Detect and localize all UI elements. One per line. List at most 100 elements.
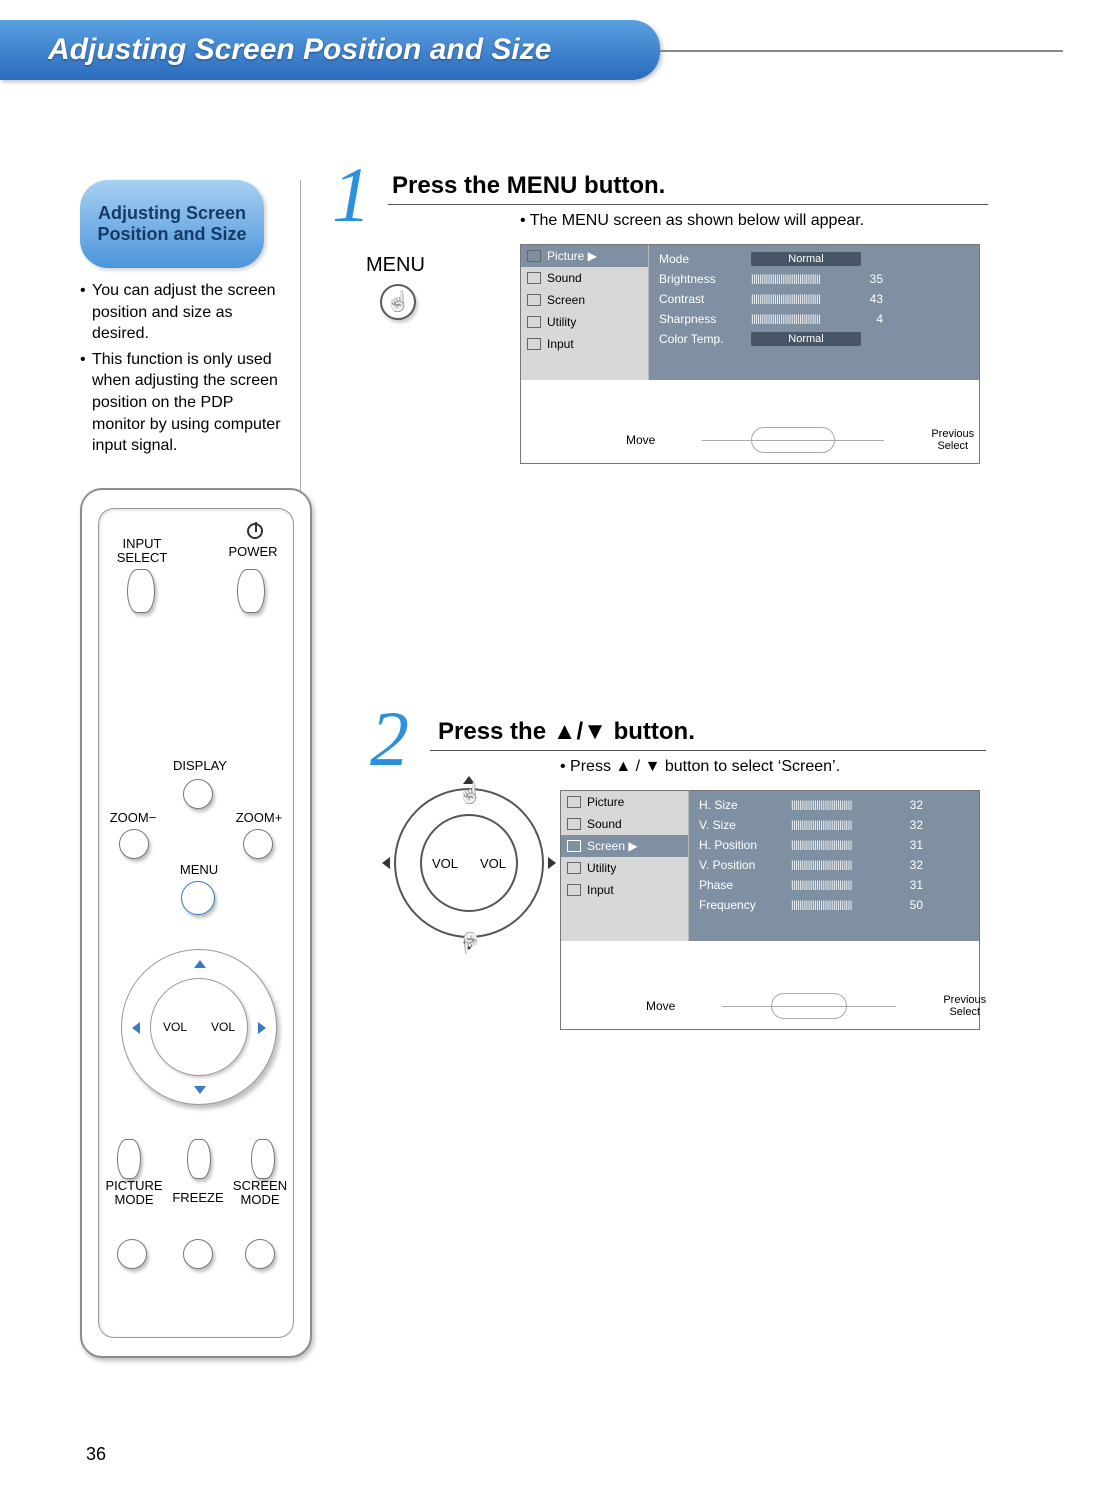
intro-text: •You can adjust the screen position and … <box>80 280 290 457</box>
power-button[interactable] <box>237 569 265 613</box>
osd1-item-input: Input <box>521 333 648 355</box>
input-select-label: INPUT SELECT <box>107 537 177 564</box>
osd2-row-freq: Frequency|||||||||||||||||||||||||||||50 <box>689 895 979 915</box>
left-arrow-icon <box>132 1022 140 1034</box>
demo-right-icon <box>548 857 556 869</box>
osd2-row-hpos: H. Position|||||||||||||||||||||||||||||… <box>689 835 979 855</box>
step2-heading: Press the ▲/▼ button. <box>438 718 695 746</box>
osd1-item-sound: Sound <box>521 267 648 289</box>
demo-vol-right: VOL <box>480 856 506 871</box>
osd2-prev-sel: PreviousSelect <box>943 994 986 1018</box>
osd2-move-label: Move <box>646 999 675 1013</box>
hand-up-illustration: ☝ <box>452 776 488 812</box>
input-icon <box>567 884 581 896</box>
step1-heading: Press the MENU button. <box>392 172 665 200</box>
right-arrow-icon <box>258 1022 266 1034</box>
osd1-footer: Move PreviousSelect <box>626 427 974 453</box>
intro-bullet-2: This function is only used when adjustin… <box>92 349 290 457</box>
input-select-button[interactable] <box>127 569 155 613</box>
osd-step2: Picture Sound Screen ▶ Utility Input H. … <box>560 790 980 1030</box>
page-title: Adjusting Screen Position and Size <box>48 33 551 67</box>
menu-label: MENU <box>175 863 223 877</box>
osd1-right-panel: ModeNormal Brightness|||||||||||||||||||… <box>649 245 979 380</box>
intro-bullet-1: You can adjust the screen position and s… <box>92 280 290 345</box>
osd1-row-colortemp: Color Temp.Normal <box>649 329 979 349</box>
osd2-row-phase: Phase|||||||||||||||||||||||||||||31 <box>689 875 979 895</box>
osd2-footer: Move PreviousSelect <box>646 993 986 1019</box>
title-tab: Adjusting Screen Position and Size <box>0 20 660 80</box>
step2-note: • Press ▲ / ▼ button to select ‘Screen’. <box>560 758 840 776</box>
sound-icon <box>567 818 581 830</box>
bottom-button-1[interactable] <box>117 1239 147 1269</box>
display-button[interactable] <box>183 779 213 809</box>
freeze-label: FREEZE <box>169 1191 227 1205</box>
picture-icon <box>567 796 581 808</box>
osd-step1: Picture ▶ Sound Screen Utility Input Mod… <box>520 244 980 464</box>
osd1-row-brightness: Brightness||||||||||||||||||||||||||||||… <box>649 269 979 289</box>
up-arrow-icon <box>194 960 206 968</box>
page-number: 36 <box>86 1444 106 1465</box>
utility-icon <box>527 316 541 328</box>
menu-button[interactable] <box>181 881 215 915</box>
down-arrow-icon <box>194 1086 206 1094</box>
hand-icon: ☝ <box>458 784 483 804</box>
picture-mode-button[interactable] <box>117 1139 141 1179</box>
bottom-button-2[interactable] <box>183 1239 213 1269</box>
section-pill: Adjusting Screen Position and Size <box>80 180 264 268</box>
screen-icon <box>527 294 541 306</box>
osd1-item-screen: Screen <box>521 289 648 311</box>
zoom-plus-label: ZOOM+ <box>231 811 287 825</box>
osd1-joystick-icon <box>751 427 835 453</box>
screen-mode-label: SCREEN MODE <box>227 1179 293 1206</box>
step2-number: 2 <box>370 694 409 784</box>
osd2-joystick-icon <box>771 993 847 1019</box>
dpad[interactable]: VOL VOL <box>121 949 277 1105</box>
power-label: POWER <box>221 545 285 559</box>
bottom-button-3[interactable] <box>245 1239 275 1269</box>
osd1-row-contrast: Contrast||||||||||||||||||||||||||||||||… <box>649 289 979 309</box>
step1-note: • The MENU screen as shown below will ap… <box>520 212 864 230</box>
display-label: DISPLAY <box>165 759 235 773</box>
zoom-plus-button[interactable] <box>243 829 273 859</box>
demo-left-icon <box>382 857 390 869</box>
screen-icon <box>567 840 581 852</box>
menu-press-illustration: ☝ <box>380 284 416 320</box>
zoom-minus-button[interactable] <box>119 829 149 859</box>
hand-icon: ☝ <box>458 932 483 952</box>
osd2-item-sound: Sound <box>561 813 688 835</box>
osd1-item-utility: Utility <box>521 311 648 333</box>
freeze-button[interactable] <box>187 1139 211 1179</box>
demo-vol-left: VOL <box>432 856 458 871</box>
dpad-demo-inner: VOL VOL <box>420 814 518 912</box>
step2-rule <box>430 750 986 751</box>
osd2-row-vpos: V. Position|||||||||||||||||||||||||||||… <box>689 855 979 875</box>
dpad-vol-left: VOL <box>163 1020 187 1034</box>
dpad-center[interactable]: VOL VOL <box>150 978 248 1076</box>
osd1-row-mode: ModeNormal <box>649 249 979 269</box>
osd2-item-screen: Screen ▶ <box>561 835 688 857</box>
remote-inner: INPUT SELECT POWER DISPLAY ZOOM− ZOOM+ M… <box>98 508 294 1338</box>
sound-icon <box>527 272 541 284</box>
osd2-item-input: Input <box>561 879 688 901</box>
power-icon <box>247 523 263 539</box>
osd2-row-vsize: V. Size|||||||||||||||||||||||||||||32 <box>689 815 979 835</box>
remote-control: INPUT SELECT POWER DISPLAY ZOOM− ZOOM+ M… <box>80 488 312 1358</box>
title-bar: Adjusting Screen Position and Size <box>0 20 1063 84</box>
step1-number: 1 <box>332 150 371 240</box>
osd2-item-utility: Utility <box>561 857 688 879</box>
osd2-left-menu: Picture Sound Screen ▶ Utility Input <box>561 791 689 941</box>
picture-icon <box>527 250 541 262</box>
osd1-row-sharpness: Sharpness|||||||||||||||||||||||||||||||… <box>649 309 979 329</box>
section-pill-label: Adjusting Screen Position and Size <box>90 203 254 245</box>
osd2-row-hsize: H. Size|||||||||||||||||||||||||||||32 <box>689 795 979 815</box>
osd1-item-picture: Picture ▶ <box>521 245 648 267</box>
hand-icon: ☝ <box>386 292 411 312</box>
utility-icon <box>567 862 581 874</box>
menu-indicator-label: MENU <box>366 254 425 277</box>
osd1-move-label: Move <box>626 433 655 447</box>
picture-mode-label: PICTURE MODE <box>99 1179 169 1206</box>
hand-down-illustration: ☝ <box>452 924 488 960</box>
osd2-right-panel: H. Size|||||||||||||||||||||||||||||32 V… <box>689 791 979 941</box>
input-icon <box>527 338 541 350</box>
screen-mode-button[interactable] <box>251 1139 275 1179</box>
